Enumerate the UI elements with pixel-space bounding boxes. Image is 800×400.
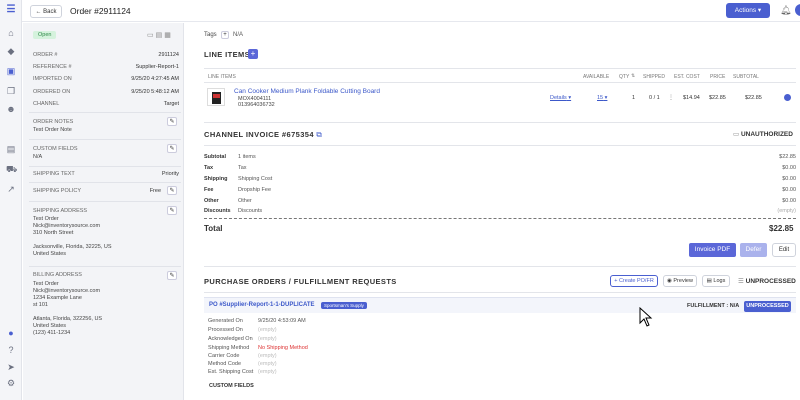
col-qty: QTY bbox=[619, 74, 630, 80]
invoice-row: Shipping Shipping Cost $0.00 bbox=[204, 176, 796, 182]
total-label: Total bbox=[204, 224, 223, 233]
shipped-value: 0 / 1 bbox=[649, 95, 660, 101]
edit-shipping-policy-button[interactable]: ✎ bbox=[167, 186, 177, 195]
product-thumbnail[interactable] bbox=[207, 88, 225, 106]
product-upc: 013964036732 bbox=[238, 102, 275, 108]
shipping-address: Test Order Nick@inventorysource.com 310 … bbox=[33, 216, 112, 257]
card-icon: ▭ bbox=[733, 131, 740, 138]
price-value: $22.85 bbox=[709, 95, 726, 101]
product-name-link[interactable]: Can Cooker Medium Plank Foldable Cutting… bbox=[234, 88, 380, 95]
billing-address-label: BILLING ADDRESS bbox=[33, 272, 82, 278]
shipping-text-row: SHIPPING TEXT Priority bbox=[33, 171, 179, 177]
purchase-orders-title: PURCHASE ORDERS / FULFILLMENT REQUESTS bbox=[204, 277, 397, 286]
fulfillment-status: FULFILLMENT : N/A bbox=[687, 303, 740, 309]
mouse-cursor-icon bbox=[639, 307, 653, 327]
external-link-icon[interactable]: ⧉ bbox=[316, 130, 322, 139]
add-tag-button[interactable]: + bbox=[221, 31, 229, 39]
field-row: ORDERED ON 9/25/20 5:48:12 AM bbox=[33, 89, 179, 95]
edit-custom-fields-button[interactable]: ✎ bbox=[167, 144, 177, 153]
chat-icon[interactable]: ● bbox=[6, 328, 16, 338]
invoice-row: Discounts Discounts (empty) bbox=[204, 208, 796, 214]
home-icon[interactable]: ⌂ bbox=[6, 28, 16, 38]
details-dropdown[interactable]: Details ▾ bbox=[550, 95, 571, 101]
copy-icon[interactable]: ❐ bbox=[6, 86, 16, 96]
col-subtotal: SUBTOTAL bbox=[733, 74, 759, 80]
custom-fields-value: N/A bbox=[33, 154, 43, 160]
invoice-row: Tax Tax $0.00 bbox=[204, 165, 796, 171]
col-available: AVAILABLE bbox=[583, 74, 610, 80]
order-notes-label: ORDER NOTES bbox=[33, 119, 74, 125]
invoice-pdf-button[interactable]: Invoice PDF bbox=[689, 243, 736, 257]
available-dropdown[interactable]: 15 ▾ bbox=[597, 95, 607, 101]
sort-icon[interactable]: ⇅ bbox=[631, 73, 635, 79]
po-section-status: ☰ UNPROCESSED bbox=[738, 278, 796, 285]
col-shipped: SHIPPED bbox=[643, 74, 665, 80]
edit-billing-address-button[interactable]: ✎ bbox=[167, 271, 177, 280]
col-est-cost: EST. COST bbox=[674, 74, 700, 80]
document-icon[interactable]: ▤ bbox=[6, 144, 16, 154]
page-title: Order #2911124 bbox=[70, 6, 131, 16]
custom-fields-label: CUSTOM FIELDS bbox=[33, 146, 78, 152]
po-status-badge[interactable]: UNPROCESSED bbox=[744, 301, 791, 312]
field-row: CHANNEL Target bbox=[33, 101, 179, 107]
po-detail-row: Est. Shipping Cost (empty) bbox=[208, 369, 277, 375]
invoice-row: Fee Dropship Fee $0.00 bbox=[204, 187, 796, 193]
users-icon[interactable]: ☻ bbox=[6, 104, 16, 114]
col-line-items: LINE ITEMS bbox=[208, 74, 236, 80]
arrow-left-icon: ← bbox=[35, 9, 42, 15]
shipping-policy-row: SHIPPING POLICY Free bbox=[33, 188, 161, 194]
col-price: PRICE bbox=[710, 74, 726, 80]
order-notes-value: Test Order Note bbox=[33, 127, 72, 133]
defer-button[interactable]: Defer bbox=[740, 243, 767, 257]
edit-shipping-address-button[interactable]: ✎ bbox=[167, 206, 177, 215]
po-title-link[interactable]: PO #Supplier-Report-1-1-DUPLICATE bbox=[209, 302, 315, 308]
avatar[interactable] bbox=[795, 4, 800, 16]
total-divider bbox=[204, 218, 796, 219]
invoice-title: CHANNEL INVOICE #675354 ⧉ bbox=[204, 130, 323, 139]
logs-icon: ▤ bbox=[706, 278, 712, 284]
field-row: IMPORTED ON 9/25/20 4:27:45 AM bbox=[33, 76, 179, 82]
status-badge: Open bbox=[33, 31, 57, 39]
add-line-item-button[interactable]: + bbox=[248, 49, 258, 59]
shipping-address-label: SHIPPING ADDRESS bbox=[33, 208, 88, 214]
edit-notes-button[interactable]: ✎ bbox=[167, 117, 177, 126]
billing-address: Test Order Nick@inventorysource.com 1234… bbox=[33, 281, 103, 336]
field-row: REFERENCE # Supplier-Report-1 bbox=[33, 64, 179, 70]
sidebar-tool-icons[interactable]: ▭▤▦ bbox=[147, 31, 173, 39]
tags-value: N/A bbox=[233, 32, 244, 38]
settings-icon[interactable]: ⚙ bbox=[6, 378, 16, 388]
eye-icon: ◉ bbox=[667, 278, 672, 284]
edit-invoice-button[interactable]: Edit bbox=[772, 243, 796, 257]
line-items-title: LINE ITEMS bbox=[204, 50, 251, 59]
chart-icon[interactable]: ↗ bbox=[6, 184, 16, 194]
invoice-status: ▭ UNAUTHORIZED bbox=[733, 131, 793, 138]
invoice-row: Subtotal 1 items $22.85 bbox=[204, 154, 796, 160]
nav-rail: ☰ ⌂ ◆ ▣ ❐ ☻ ▤ ⛟ ↗ ● ? ➤ ⚙ bbox=[0, 0, 22, 400]
po-custom-fields-label: CUSTOM FIELDS bbox=[209, 383, 254, 389]
supplier-badge: Sportsman's Supply bbox=[321, 302, 367, 309]
send-icon[interactable]: ➤ bbox=[6, 362, 16, 372]
line-item-menu-icon[interactable]: ⋮ bbox=[668, 94, 674, 101]
create-po-button[interactable]: + Create PO/FR bbox=[610, 275, 658, 287]
bell-icon[interactable]: 🔔︎ bbox=[780, 5, 791, 16]
preview-button[interactable]: ◉ Preview bbox=[663, 275, 697, 287]
est-cost-value: $14.94 bbox=[683, 95, 700, 101]
inbox-icon[interactable]: ▣ bbox=[6, 66, 16, 76]
total-value: $22.85 bbox=[769, 224, 794, 233]
invoice-row: Other Other $0.00 bbox=[204, 198, 796, 204]
cart-icon[interactable]: ⛟ bbox=[6, 164, 17, 174]
back-button[interactable]: ← Back bbox=[30, 5, 62, 18]
line-item-status-icon[interactable] bbox=[784, 94, 791, 101]
logs-button[interactable]: ▤ Logs bbox=[702, 275, 730, 287]
list-icon: ☰ bbox=[738, 278, 744, 285]
subtotal-value: $22.85 bbox=[745, 95, 762, 101]
tag-icon[interactable]: ◆ bbox=[6, 46, 16, 56]
logo-icon[interactable]: ☰ bbox=[6, 5, 16, 15]
tags-label: Tags bbox=[204, 32, 217, 38]
actions-button[interactable]: Actions ▾ bbox=[726, 3, 770, 18]
qty-value: 1 bbox=[632, 95, 636, 101]
top-bar: ← Back Order #2911124 Actions ▾ 🔔︎ bbox=[22, 0, 800, 22]
field-row: ORDER #2911124 bbox=[33, 52, 179, 58]
help-icon[interactable]: ? bbox=[6, 345, 16, 355]
